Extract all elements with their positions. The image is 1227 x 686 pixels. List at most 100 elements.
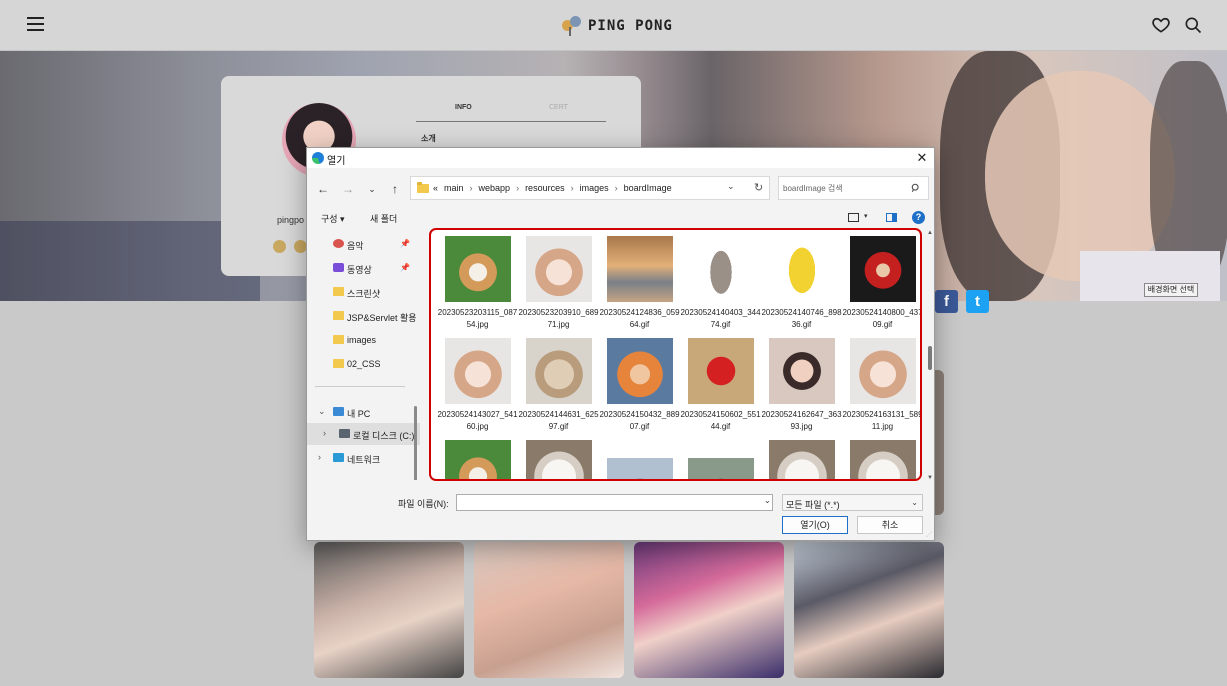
close-button[interactable]: ✕ (914, 150, 930, 166)
file-thumbnail (850, 338, 916, 404)
scroll-up-icon[interactable]: ▲ (927, 230, 933, 236)
open-button[interactable]: 열기(O) (782, 516, 848, 534)
search-icon[interactable] (1183, 15, 1203, 35)
search-box[interactable] (778, 176, 929, 200)
file-item[interactable]: 20230523203910_68971.jpg (518, 236, 599, 338)
file-item[interactable]: 20230524140746_89836.gif (761, 236, 842, 338)
view-mode-icon[interactable] (848, 213, 859, 222)
breadcrumb-overflow[interactable]: « (433, 183, 438, 193)
music-icon (333, 239, 344, 248)
help-icon[interactable]: ? (912, 211, 925, 224)
refresh-icon[interactable]: ↻ (754, 181, 763, 194)
file-list-scrollbar[interactable]: ▲ ▼ (926, 230, 934, 481)
menu-icon[interactable] (27, 17, 44, 31)
filename-label: 파일 이름(N): (398, 499, 449, 509)
file-item[interactable]: 20230524140403_34474.gif (680, 236, 761, 338)
scrollbar-thumb[interactable] (928, 346, 932, 370)
dialog-title: 열기 (327, 156, 346, 167)
file-thumbnail (445, 236, 511, 302)
file-thumbnail (526, 236, 592, 302)
search-input[interactable] (783, 181, 903, 195)
filename-input[interactable] (456, 494, 773, 511)
breadcrumb-item[interactable]: images (580, 183, 609, 193)
heart-icon[interactable] (1151, 15, 1171, 35)
nav-item-music[interactable]: 음악 📌 (307, 233, 420, 255)
nav-item-network[interactable]: › 네트워크 (307, 447, 420, 469)
nav-item-local-disk[interactable]: › 로컬 디스크 (C:) (307, 423, 420, 445)
back-button[interactable]: ← (315, 181, 331, 197)
file-item[interactable]: 20230524144631_62597.gif (518, 338, 599, 440)
file-thumbnail (850, 236, 916, 302)
address-bar[interactable]: « main › webapp › resources › images › b… (410, 176, 770, 200)
file-item[interactable] (761, 440, 842, 479)
breadcrumb-item[interactable]: boardImage (624, 183, 672, 193)
preview-pane-icon[interactable] (886, 213, 897, 222)
file-list: 20230523203115_08754.jpg 20230523203910_… (429, 228, 922, 481)
chevron-down-icon[interactable]: ⌄ (764, 496, 771, 505)
chevron-right-icon: › (469, 183, 473, 193)
breadcrumb-item[interactable]: main (444, 183, 464, 193)
file-item[interactable]: 20230523203115_08754.jpg (437, 236, 518, 338)
nav-item-jsp-servlet[interactable]: JSP&Servlet 활용 (307, 305, 420, 327)
cancel-button[interactable]: 취소 (857, 516, 923, 534)
file-thumbnail (769, 338, 835, 404)
file-item[interactable] (680, 440, 761, 479)
file-item[interactable]: 20230524150432_88907.gif (599, 338, 680, 440)
file-item[interactable]: 20230524150602_55144.gif (680, 338, 761, 440)
chevron-right-icon[interactable]: › (318, 452, 321, 462)
forward-button[interactable]: → (340, 181, 356, 197)
chevron-down-icon[interactable]: ⌄ (727, 181, 735, 192)
scrollbar-thumb[interactable] (414, 406, 417, 480)
new-folder-button[interactable]: 새 폴더 (370, 212, 397, 225)
nav-item-images[interactable]: images (307, 329, 420, 351)
tab-info[interactable]: INFO (455, 104, 472, 111)
view-dropdown-icon[interactable]: ▾ (864, 212, 868, 220)
file-item[interactable]: 20230524124836_05964.gif (599, 236, 680, 338)
nav-scrollbar[interactable] (414, 326, 417, 480)
logo-text: PING PONG (588, 18, 673, 34)
file-item[interactable] (518, 440, 599, 479)
gallery-image[interactable] (314, 542, 464, 678)
file-item[interactable]: 20230524163131_58911.jpg (842, 338, 920, 440)
chevron-right-icon[interactable]: › (323, 428, 326, 438)
file-name: 20230524150602_55144.gif (680, 410, 761, 431)
recent-locations-button[interactable]: ⌄ (364, 181, 380, 197)
background-select-button[interactable]: 배경화면 선택 (1144, 283, 1198, 297)
up-folder-button[interactable]: ↑ (387, 181, 403, 197)
profile-nickname: pingpo (277, 215, 305, 225)
search-icon[interactable] (911, 183, 921, 193)
facebook-icon[interactable]: f (935, 290, 958, 313)
gallery-image[interactable] (634, 542, 784, 678)
scroll-down-icon[interactable]: ▼ (927, 475, 933, 481)
file-type-value: 모든 파일 (*.*) (786, 500, 840, 510)
organize-button[interactable]: 구성 ▾ (321, 212, 345, 225)
site-logo[interactable]: PING PONG (562, 14, 673, 38)
twitter-icon[interactable]: t (966, 290, 989, 313)
file-item[interactable]: 20230524143027_54160.jpg (437, 338, 518, 440)
nav-item-this-pc[interactable]: ⌄ 내 PC (307, 401, 420, 423)
chevron-right-icon: › (516, 183, 520, 193)
nav-item-videos[interactable]: 동영상 📌 (307, 257, 420, 279)
file-item[interactable] (599, 440, 680, 479)
intro-label: 소개 (421, 134, 436, 143)
nav-item-02-css[interactable]: 02_CSS (307, 353, 420, 375)
chevron-down-icon[interactable]: ⌄ (318, 406, 326, 417)
gallery-image[interactable] (474, 542, 624, 678)
dialog-titlebar[interactable]: 열기 ✕ (307, 148, 934, 168)
file-item[interactable]: 20230524140800_43709.gif (842, 236, 920, 338)
file-item[interactable]: 20230524162647_36393.jpg (761, 338, 842, 440)
resize-grip-icon[interactable]: ⋰ (926, 531, 932, 538)
breadcrumb-item[interactable]: webapp (479, 183, 511, 193)
tab-cert[interactable]: CERT (549, 104, 568, 111)
file-type-select[interactable]: 모든 파일 (*.*) ⌄ (782, 494, 923, 511)
nav-item-label: JSP&Servlet 활용 (347, 313, 417, 323)
breadcrumb-item[interactable]: resources (525, 183, 565, 193)
nav-item-screenshots[interactable]: 스크린샷 (307, 281, 420, 303)
file-name: 20230524143027_54160.jpg (437, 410, 518, 431)
file-thumbnail (688, 236, 754, 302)
file-name: 20230523203115_08754.jpg (437, 308, 518, 329)
file-item[interactable] (437, 440, 518, 479)
site-header: PING PONG (0, 0, 1227, 51)
gallery-image[interactable] (794, 542, 944, 678)
file-item[interactable] (842, 440, 920, 479)
